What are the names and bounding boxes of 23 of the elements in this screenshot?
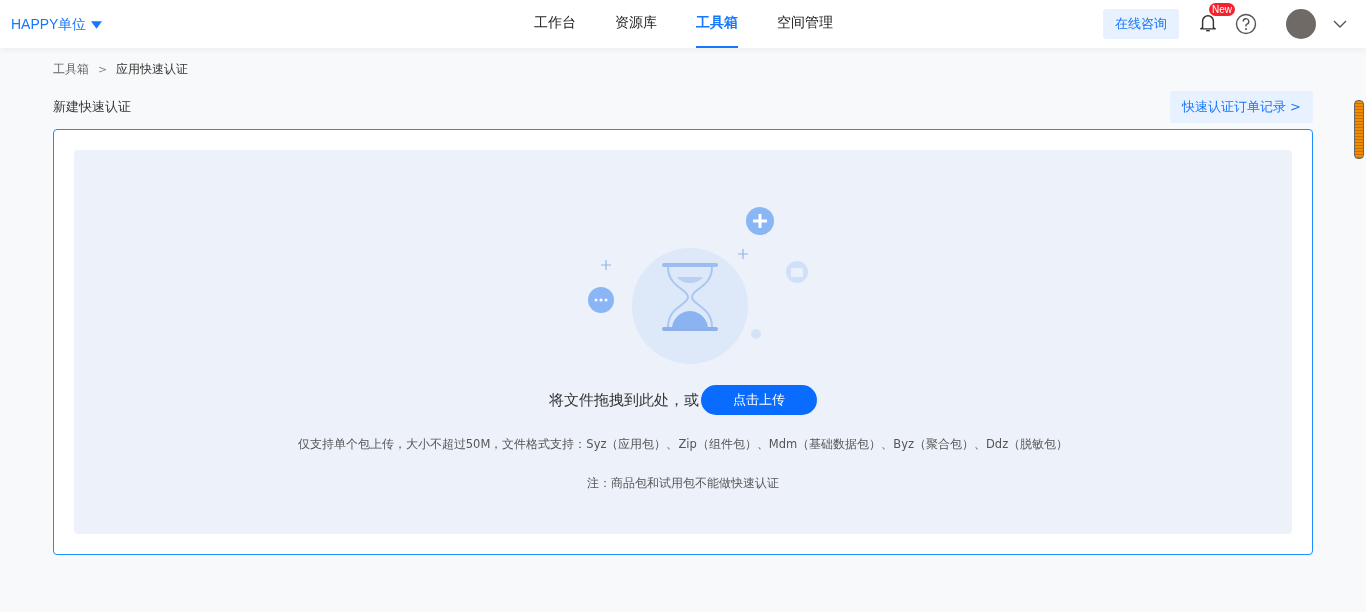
consult-button[interactable]: 在线咨询: [1103, 9, 1179, 39]
new-badge: New: [1209, 3, 1235, 16]
nav-tab[interactable]: 资源库: [614, 0, 657, 48]
caret-icon: [91, 21, 103, 29]
section-title: 新建快速认证: [53, 98, 131, 116]
nav-tab[interactable]: 空间管理: [776, 0, 833, 48]
upload-note: 注：商品包和试用包不能做快速认证: [587, 476, 779, 491]
nav-tab[interactable]: 工具箱: [695, 0, 738, 48]
scrollbar-thumb[interactable]: [1354, 100, 1364, 159]
avatar[interactable]: [1286, 9, 1316, 39]
upload-hint: 仅支持单个包上传，大小不超过50M，文件格式支持：Syz（应用包）、Zip（组件包）、Mdm（基础数据包）、Byz（聚合包）、Ddz（脱敏包）: [297, 437, 1069, 452]
nav-tab[interactable]: 工作台: [533, 0, 576, 48]
upload-button[interactable]: 点击上传: [701, 385, 817, 415]
drop-prompt: 将文件拖拽到此处，或: [549, 390, 699, 410]
records-link[interactable]: 快速认证订单记录 >: [1169, 91, 1313, 123]
org-switcher[interactable]: HAPPY单位: [11, 16, 103, 34]
breadcrumb-separator: >: [98, 62, 108, 76]
drop-zone[interactable]: 将文件拖拽到此处，或 点击上传 仅支持单个包上传，大小不超过50M，文件格式支持：Syz（应用包）、Zip（组件包）、Mdm（基础数据包）、Byz（聚合包）、Ddz（脱敏包） 注：商品包和试用包不能做快速认证: [74, 150, 1292, 534]
chevron-down-icon[interactable]: [1333, 20, 1347, 28]
bell-icon[interactable]: [1199, 13, 1217, 33]
breadcrumb-link[interactable]: 工具箱: [53, 60, 89, 78]
help-icon[interactable]: [1235, 13, 1257, 35]
breadcrumb-current: 应用快速认证: [116, 60, 189, 78]
